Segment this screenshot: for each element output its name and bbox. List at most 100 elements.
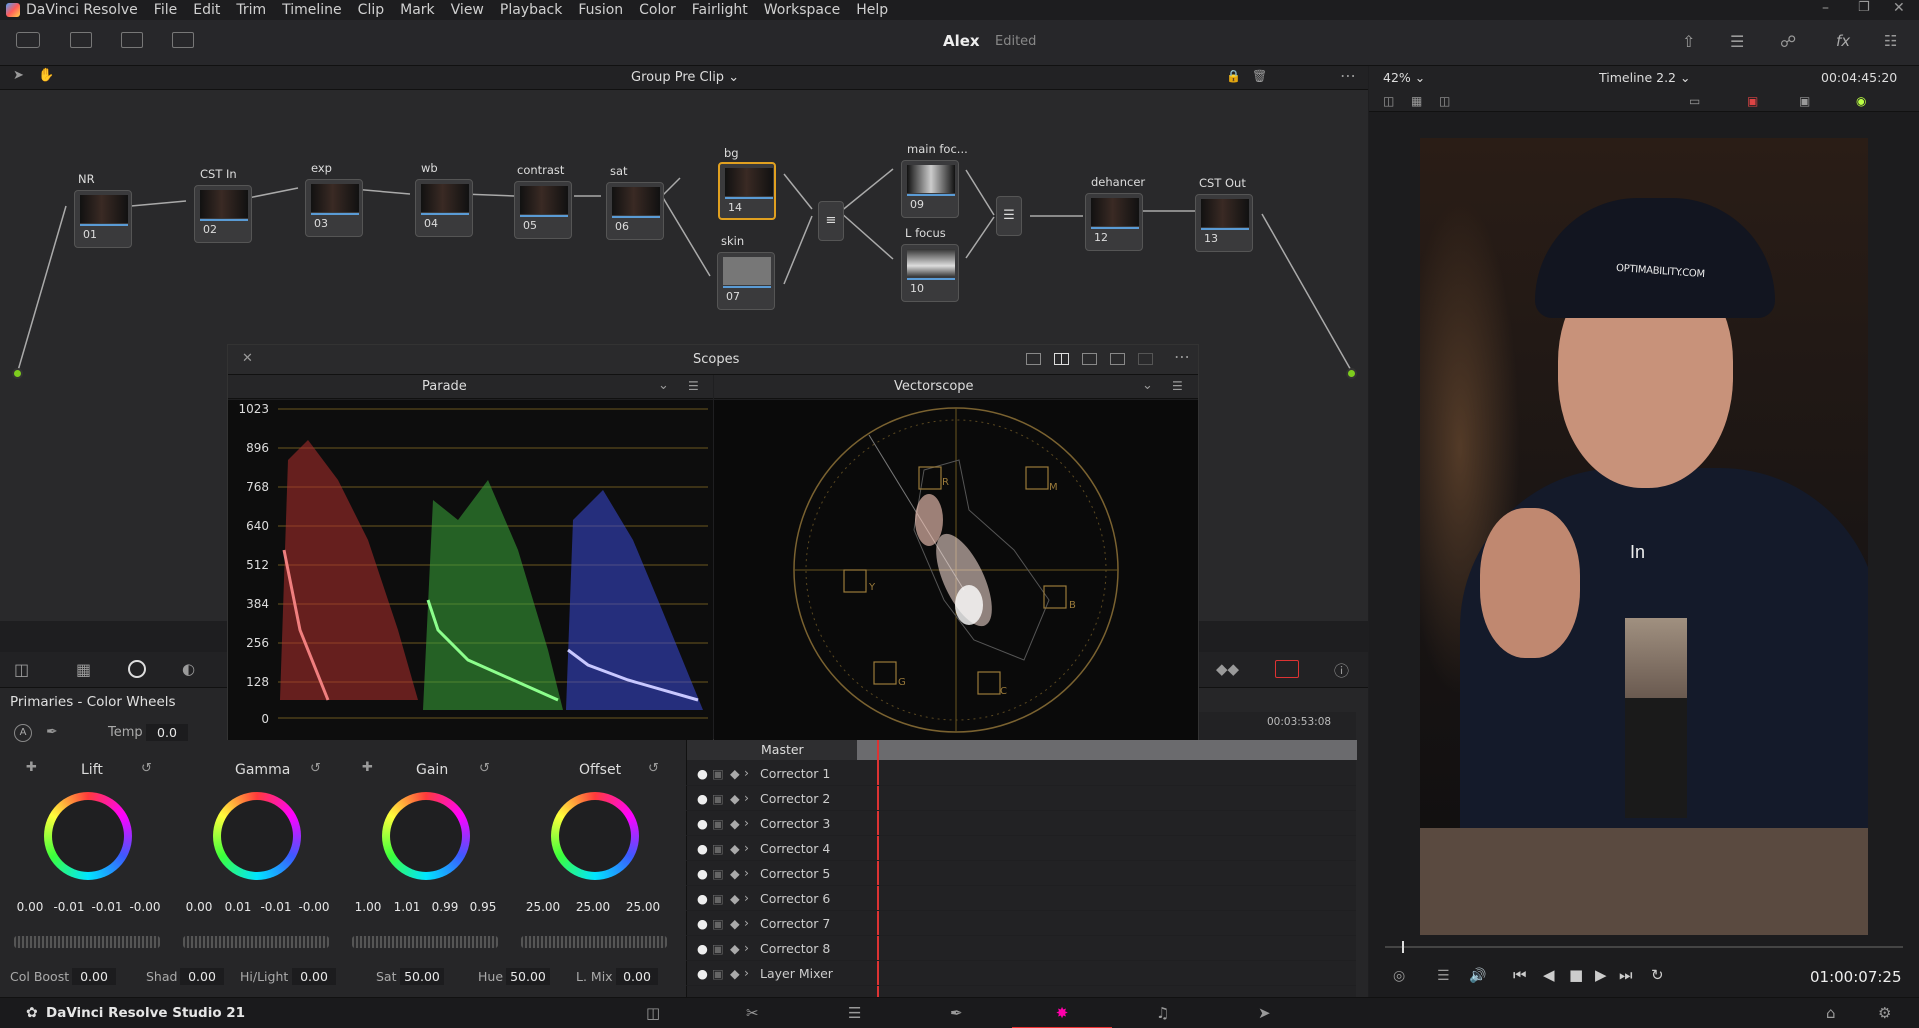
diamond-icon[interactable]: ◆ [730, 941, 740, 956]
gain-b[interactable]: 0.95 [466, 898, 500, 916]
reset-icon[interactable]: ↺ [310, 761, 321, 776]
highlight-icon[interactable]: ▣ [1747, 94, 1758, 108]
lock-icon[interactable]: ▣ [712, 866, 724, 881]
split-view-icon[interactable]: ◫ [1383, 94, 1394, 108]
clips-icon[interactable] [172, 32, 194, 48]
chevron-down-icon[interactable]: ⌄ [1142, 378, 1153, 393]
lock-icon[interactable]: ▣ [712, 941, 724, 956]
stop-icon[interactable]: ■ [1569, 966, 1583, 984]
viewer-settings-icon[interactable]: ◎ [1393, 968, 1405, 984]
lift-y[interactable]: 0.00 [14, 898, 46, 916]
fairlight-page-icon[interactable]: ♫ [1156, 1004, 1169, 1022]
metadata-icon[interactable]: ☷ [1884, 32, 1897, 50]
share-icon[interactable]: ⇧ [1682, 32, 1695, 51]
mixer-node[interactable]: ≡ [818, 201, 844, 241]
gain-r[interactable]: 1.01 [390, 898, 424, 916]
color-wheels-icon[interactable] [128, 660, 146, 678]
color-match-icon[interactable]: ▦ [76, 660, 91, 679]
shad-field[interactable]: 0.00 [180, 968, 224, 985]
viewer-mode-icon[interactable]: ▭ [1689, 94, 1700, 108]
node-contrast[interactable]: 05 [514, 181, 572, 239]
menu-help[interactable]: Help [848, 2, 896, 18]
diamond-icon[interactable]: ◆ [730, 841, 740, 856]
hilight-field[interactable]: 0.00 [292, 968, 336, 985]
dot-icon[interactable]: ● [697, 791, 708, 806]
media-page-icon[interactable]: ◫ [646, 1004, 660, 1022]
layer-row[interactable]: ● ▣ ◆ › Corrector 4 [686, 837, 1356, 861]
layout-quad-icon[interactable] [1082, 353, 1097, 365]
node-cst-in[interactable]: 02 [194, 185, 252, 243]
layer-row[interactable]: ● ▣ ◆ › Corrector 3 [686, 812, 1356, 836]
layer-row[interactable]: ● ▣ ◆ › Corrector 8 [686, 937, 1356, 961]
offset-r[interactable]: 25.00 [521, 898, 565, 916]
nodes-icon[interactable]: ☍ [1780, 32, 1796, 51]
lmix-field[interactable]: 0.00 [616, 968, 658, 985]
menu-playback[interactable]: Playback [492, 2, 570, 18]
settings-sliders-icon[interactable]: ☰ [1730, 32, 1744, 51]
node-bg[interactable]: 14 [718, 162, 776, 220]
layer-row[interactable]: ● ▣ ◆ › Corrector 6 [686, 887, 1356, 911]
gamma-y[interactable]: 0.00 [183, 898, 215, 916]
diamond-icon[interactable]: ◆ [730, 866, 740, 881]
luts-icon[interactable] [70, 32, 92, 48]
auto-balance-icon[interactable]: A [14, 724, 32, 742]
lock-icon[interactable]: ▣ [712, 791, 724, 806]
diamond-icon[interactable]: ◆ [730, 791, 740, 806]
gamma-g[interactable]: -0.01 [259, 898, 293, 916]
menu-file[interactable]: File [146, 2, 185, 18]
chevron-right-icon[interactable]: › [744, 915, 749, 930]
diamond-icon[interactable]: ◆ [730, 916, 740, 931]
layout-double-icon[interactable] [1054, 353, 1069, 365]
dot-icon[interactable]: ● [697, 891, 708, 906]
lock-icon[interactable]: ▣ [712, 916, 724, 931]
chevron-right-icon[interactable]: › [744, 840, 749, 855]
chevron-right-icon[interactable]: › [744, 965, 749, 980]
keyframes-icon[interactable]: ◆◆ [1216, 660, 1239, 678]
media-pool-icon[interactable] [121, 32, 143, 48]
hue-field[interactable]: 50.00 [506, 968, 550, 985]
node-cst-out[interactable]: 13 [1195, 194, 1253, 252]
zoom-dropdown[interactable]: 42% ⌄ [1383, 70, 1425, 85]
dot-icon[interactable]: ● [697, 966, 708, 981]
dot-icon[interactable]: ● [697, 841, 708, 856]
layout-grid-icon[interactable] [1138, 353, 1153, 365]
lift-r[interactable]: -0.01 [52, 898, 86, 916]
layer-row[interactable]: ● ▣ ◆ › Corrector 7 [686, 912, 1356, 936]
dot-icon[interactable]: ● [697, 816, 708, 831]
picker-icon[interactable]: ✒ [46, 724, 58, 740]
node-nr[interactable]: 01 [74, 190, 132, 248]
node-l-focus[interactable]: 10 [901, 244, 959, 302]
menu-clip[interactable]: Clip [350, 2, 392, 18]
dot-icon[interactable]: ● [697, 766, 708, 781]
color-page-icon[interactable]: ✸ [1012, 998, 1112, 1028]
layer-row[interactable]: ● ▣ ◆ › Corrector 5 [686, 862, 1356, 886]
lift-g[interactable]: -0.01 [90, 898, 124, 916]
menu-workspace[interactable]: Workspace [756, 2, 849, 18]
gain-g[interactable]: 0.99 [428, 898, 462, 916]
layer-row[interactable]: ● ▣ ◆ › Layer Mixer [686, 962, 1356, 986]
diamond-icon[interactable]: ◆ [730, 816, 740, 831]
layout-single-icon[interactable] [1026, 353, 1041, 365]
fusion-page-icon[interactable]: ✒ [950, 1004, 963, 1022]
deliver-page-icon[interactable]: ➤ [1258, 1004, 1271, 1022]
node-skin[interactable]: 07 [717, 252, 775, 310]
close-icon[interactable]: ✕ [1893, 0, 1905, 16]
dot-icon[interactable]: ● [697, 941, 708, 956]
input-port[interactable] [12, 368, 23, 379]
master-row[interactable]: Master [687, 740, 1357, 760]
chevron-right-icon[interactable]: › [744, 940, 749, 955]
layer-row[interactable]: ● ▣ ◆ › Corrector 2 [686, 787, 1356, 811]
node-main-focus[interactable]: 09 [901, 160, 959, 218]
edit-page-icon[interactable]: ☰ [848, 1004, 861, 1022]
node-wb[interactable]: 04 [415, 179, 473, 237]
crosshair-icon[interactable]: ✚ [26, 760, 37, 775]
lock-icon[interactable]: ▣ [712, 966, 724, 981]
gamma-r[interactable]: 0.01 [221, 898, 255, 916]
menu-trim[interactable]: Trim [228, 2, 274, 18]
sat-field[interactable]: 50.00 [400, 968, 444, 985]
gear-icon[interactable]: ⚙ [1878, 1004, 1891, 1022]
col-boost-field[interactable]: 0.00 [72, 968, 116, 985]
transform-icon[interactable]: ▣ [1799, 94, 1810, 108]
reset-icon[interactable]: ↺ [648, 761, 659, 776]
hdr-icon[interactable]: ◐ [182, 660, 195, 678]
